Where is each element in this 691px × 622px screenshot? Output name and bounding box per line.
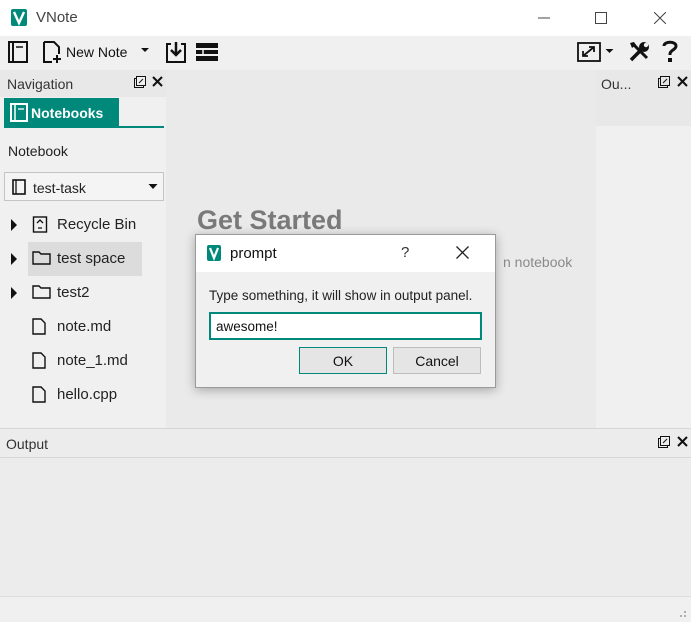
tree-item-note-md[interactable]: note.md <box>4 310 164 344</box>
notebook-icon <box>12 179 26 195</box>
float-panel-icon[interactable] <box>134 76 146 88</box>
vnote-logo-icon <box>11 9 27 26</box>
notebook-icon <box>10 103 28 122</box>
minimize-button[interactable] <box>521 0 567 36</box>
tree-item-label: note.md <box>57 318 112 335</box>
close-panel-icon[interactable] <box>677 436 688 447</box>
expand-button[interactable] <box>577 42 601 62</box>
notebook-icon <box>8 41 28 63</box>
close-panel-icon[interactable] <box>152 76 163 87</box>
tree-item-label: note_1.md <box>57 352 128 369</box>
tree-item-label: Recycle Bin <box>57 216 137 233</box>
prompt-input[interactable] <box>209 312 482 340</box>
layout-icon <box>196 43 218 61</box>
tree-item-label: hello.cpp <box>57 386 118 403</box>
tools-icon <box>629 42 649 62</box>
caret-down-icon <box>148 184 158 189</box>
navigation-title: Navigation <box>7 76 74 92</box>
expand-icon <box>577 42 601 62</box>
window-title: VNote <box>36 9 78 26</box>
get-started-heading: Get Started <box>197 205 343 235</box>
file-icon <box>32 386 46 403</box>
ok-button[interactable]: OK <box>299 347 387 374</box>
help-button[interactable] <box>661 39 679 63</box>
file-icon <box>32 318 46 335</box>
notebook-menu-button[interactable] <box>6 40 30 64</box>
outline-body <box>596 126 691 428</box>
new-note-icon <box>43 41 61 63</box>
expand-dropdown-button[interactable] <box>605 48 614 55</box>
new-note-button[interactable] <box>40 40 64 64</box>
folder-icon <box>32 251 51 265</box>
folder-icon <box>32 285 51 299</box>
output-panel-body <box>0 458 691 596</box>
tree-item-hello-cpp[interactable]: hello.cpp <box>4 378 164 412</box>
get-started-hint: n notebook <box>503 254 573 270</box>
float-panel-icon[interactable] <box>658 76 670 88</box>
expand-arrow-icon <box>11 287 17 299</box>
tree-item-label: test space <box>57 250 126 267</box>
outline-title: Ou... <box>601 76 632 92</box>
new-note-dropdown-button[interactable] <box>140 46 150 54</box>
output-header <box>0 428 691 458</box>
vnote-logo-icon <box>207 245 221 261</box>
tree-item-test-space[interactable]: test space <box>4 242 164 276</box>
maximize-button[interactable] <box>578 0 624 36</box>
settings-button[interactable] <box>627 40 651 64</box>
tree-item-test2[interactable]: test2 <box>4 276 164 310</box>
layout-button[interactable] <box>195 40 219 64</box>
import-button[interactable] <box>164 40 188 64</box>
expand-arrow-icon <box>11 219 17 231</box>
resize-grip-icon <box>680 611 686 617</box>
float-panel-icon[interactable] <box>658 436 670 448</box>
tab-notebooks-label: Notebooks <box>31 105 104 121</box>
notebook-label: Notebook <box>8 143 68 159</box>
status-bar <box>0 596 691 622</box>
dialog-title: prompt <box>230 245 277 262</box>
file-icon <box>32 352 46 369</box>
dialog-close-icon[interactable] <box>456 246 469 259</box>
tree-item-label: test2 <box>57 284 90 301</box>
recycle-bin-icon <box>32 216 48 233</box>
tab-underline <box>4 126 164 128</box>
close-panel-icon[interactable] <box>677 76 688 87</box>
tab-notebooks[interactable]: Notebooks <box>4 98 119 127</box>
tree-item-recycle-bin[interactable]: Recycle Bin <box>4 208 164 242</box>
new-note-label[interactable]: New Note <box>66 44 127 60</box>
expand-arrow-icon <box>11 253 17 265</box>
cancel-button[interactable]: Cancel <box>393 347 481 374</box>
notebook-selector[interactable]: test-task <box>4 172 164 201</box>
import-icon <box>166 42 186 63</box>
tree-item-note-1-md[interactable]: note_1.md <box>4 344 164 378</box>
caret-down-icon <box>605 49 614 53</box>
dialog-help-button[interactable]: ? <box>401 244 409 261</box>
dialog-message: Type something, it will show in output p… <box>209 288 473 303</box>
close-button[interactable] <box>637 0 683 36</box>
help-icon <box>662 40 678 62</box>
notebook-selector-value: test-task <box>33 180 86 196</box>
prompt-dialog: prompt ? Type something, it will show in… <box>195 234 496 388</box>
output-title: Output <box>6 436 49 452</box>
caret-down-icon <box>141 48 149 52</box>
